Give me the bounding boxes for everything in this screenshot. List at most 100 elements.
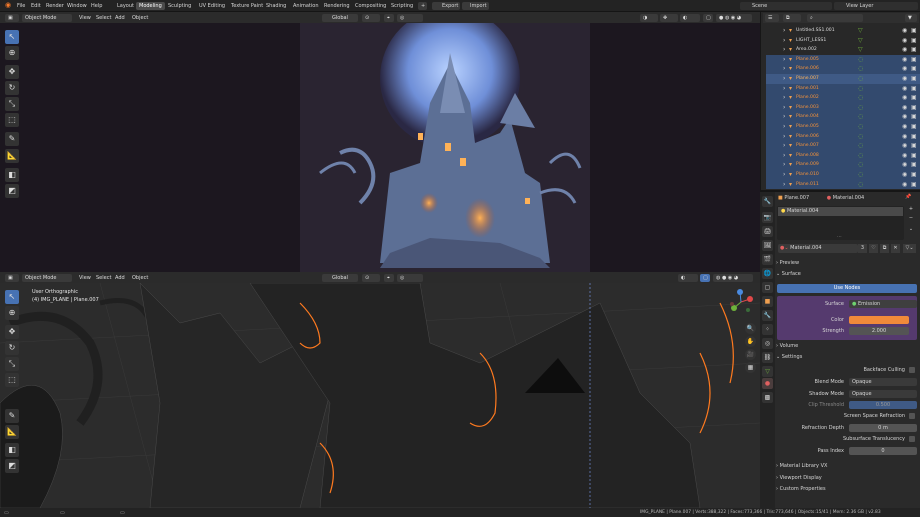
tab-rendering[interactable]: Rendering <box>321 2 353 10</box>
scale-tool-icon[interactable]: ⤡ <box>5 357 19 371</box>
unlink-icon[interactable]: ✕ <box>891 244 900 253</box>
expand-icon[interactable]: › <box>783 84 785 94</box>
navigation-gizmo[interactable] <box>728 289 754 315</box>
material-slot-list[interactable]: ● Material.004 ⋯ <box>777 206 904 240</box>
visibility-eye-icon[interactable]: ◉ <box>902 26 907 36</box>
menu-window[interactable]: Window <box>64 2 90 10</box>
object-data-icon[interactable]: ◌ <box>858 170 863 180</box>
object-data-icon[interactable]: ▽ <box>858 26 863 36</box>
visibility-eye-icon[interactable]: ◉ <box>902 36 907 46</box>
overlay-icon[interactable]: ◐ <box>678 274 698 282</box>
expand-icon[interactable]: › <box>783 93 785 103</box>
object-data-icon[interactable]: ◌ <box>858 132 863 142</box>
outliner-row[interactable]: › ▾ Plane.011 ◌ ◉ ▣ <box>766 179 920 190</box>
expand-icon[interactable]: › <box>783 45 785 55</box>
mode-dropdown[interactable]: Object Mode <box>22 274 72 282</box>
outliner-row[interactable]: › ▾ Plane.010 ◌ ◉ ▣ <box>766 170 920 180</box>
transform-tool-icon[interactable]: ⬚ <box>5 373 19 387</box>
custom-props-panel-header[interactable]: › Custom Properties <box>776 484 918 494</box>
settings-panel-header[interactable]: ⌄ Settings <box>776 352 918 362</box>
tab-layout[interactable]: Layout <box>114 2 137 10</box>
outliner-row[interactable]: › ▾ Plane.004 ◌ ◉ ▣ <box>766 112 920 122</box>
visibility-eye-icon[interactable]: ◉ <box>902 64 907 74</box>
expand-icon[interactable]: › <box>783 112 785 122</box>
duplicate-icon[interactable]: ⧉ <box>880 244 889 253</box>
tab-texture-paint[interactable]: Texture Paint <box>228 2 266 10</box>
blend-mode-dropdown[interactable]: Opaque <box>849 378 917 386</box>
visibility-eye-icon[interactable]: ◉ <box>902 103 907 113</box>
snap-icon[interactable]: ⌖ <box>384 274 394 282</box>
measure-tool-icon[interactable]: 📐 <box>5 425 19 439</box>
outliner-row[interactable]: › ▾ Plane.009 ◌ ◉ ▣ <box>766 160 920 170</box>
visibility-eye-icon[interactable]: ◉ <box>902 122 907 132</box>
expand-icon[interactable]: › <box>783 180 785 190</box>
rotate-tool-icon[interactable]: ↻ <box>5 81 19 95</box>
render-visibility-icon[interactable]: ▣ <box>911 112 917 122</box>
render-visibility-icon[interactable]: ▣ <box>911 26 917 36</box>
physics-tab-icon[interactable]: ◎ <box>762 338 773 349</box>
outliner-row[interactable]: › ▾ Plane.007 ◌ ◉ ▣ <box>766 74 920 84</box>
object-data-icon[interactable]: ◌ <box>858 93 863 103</box>
outliner-row[interactable]: › ▾ Plane.007 ◌ ◉ ▣ <box>766 141 920 151</box>
annotate-tool-icon[interactable]: ✎ <box>5 132 19 146</box>
list-resize-handle[interactable]: ⋯ <box>837 234 842 240</box>
expand-icon[interactable]: › <box>783 132 785 142</box>
scene-selector[interactable]: Scene <box>740 2 832 10</box>
viewport-top[interactable]: ▣ Object Mode View Select Add Object Glo… <box>0 8 760 272</box>
menu-edit[interactable]: Edit <box>28 2 44 10</box>
object-data-icon[interactable]: ◌ <box>858 103 863 113</box>
render-visibility-icon[interactable]: ▣ <box>911 132 917 142</box>
extra-tool-icon[interactable]: ◩ <box>5 184 19 198</box>
visibility-eye-icon[interactable]: ◉ <box>902 141 907 151</box>
tab-animation[interactable]: Animation <box>290 2 322 10</box>
orientation-dropdown[interactable]: Global <box>322 14 358 22</box>
outliner-row[interactable]: › ▾ Plane.005 ◌ ◉ ▣ <box>766 122 920 132</box>
menu-add[interactable]: Add <box>115 14 125 22</box>
measure-tool-icon[interactable]: 📐 <box>5 149 19 163</box>
visibility-eye-icon[interactable]: ◉ <box>902 74 907 84</box>
pin-icon[interactable]: 📌 <box>905 194 915 203</box>
cursor-tool-icon[interactable]: ⊕ <box>5 46 19 60</box>
expand-icon[interactable]: › <box>783 36 785 46</box>
surface-panel-header[interactable]: ⌄ Surface <box>776 269 918 279</box>
view-layer-tab-icon[interactable]: 🖼 <box>762 240 773 251</box>
color-swatch[interactable] <box>849 316 909 324</box>
collection-tab-icon[interactable]: ▢ <box>762 282 773 293</box>
render-visibility-icon[interactable]: ▣ <box>911 74 917 84</box>
render-visibility-icon[interactable]: ▣ <box>911 141 917 151</box>
remove-slot-icon[interactable]: − <box>906 215 916 224</box>
filter-icon[interactable]: ▼ <box>905 14 917 22</box>
outliner-row[interactable]: › ▾ Plane.006 ◌ ◉ ▣ <box>766 131 920 142</box>
menu-view[interactable]: View <box>79 14 91 22</box>
outliner-row[interactable]: › ▾ Untitled.SS1.001 ▽ ◉ ▣ <box>766 26 920 36</box>
backface-checkbox[interactable] <box>909 367 915 373</box>
outliner-row[interactable]: › ▾ Plane.003 ◌ ◉ ▣ <box>766 102 920 113</box>
tab-shading[interactable]: Shading <box>263 2 289 10</box>
outliner-row[interactable]: › ▾ Plane.002 ◌ ◉ ▣ <box>766 93 920 103</box>
object-data-icon[interactable]: ◌ <box>858 112 863 122</box>
visibility-icon[interactable]: ◑ <box>640 14 658 22</box>
shading-modes[interactable]: ● ◍ ◉ ◕ <box>716 14 752 22</box>
expand-icon[interactable]: › <box>783 103 785 113</box>
refraction-depth-field[interactable]: 0 m <box>849 424 917 432</box>
menu-object[interactable]: Object <box>132 274 148 282</box>
object-data-icon[interactable]: ◌ <box>858 151 863 161</box>
slot-menu-icon[interactable]: ⌄ <box>906 226 916 235</box>
render-visibility-icon[interactable]: ▣ <box>911 103 917 113</box>
viewport-display-panel-header[interactable]: › Viewport Display <box>776 473 918 483</box>
editor-type-icon[interactable]: ▣ <box>5 14 19 22</box>
render-visibility-icon[interactable]: ▣ <box>911 84 917 94</box>
visibility-eye-icon[interactable]: ◉ <box>902 45 907 55</box>
expand-icon[interactable]: › <box>783 160 785 170</box>
expand-icon[interactable]: › <box>783 55 785 65</box>
viewport-bottom[interactable]: ▣ Object Mode View Select Add Object Glo… <box>0 272 760 508</box>
object-data-icon[interactable]: ◌ <box>858 122 863 132</box>
gizmo-icon[interactable]: ✥ <box>660 14 678 22</box>
outliner-row[interactable]: › ▾ Plane.008 ◌ ◉ ▣ <box>766 150 920 161</box>
zoom-icon[interactable]: 🔍 <box>745 323 756 334</box>
object-data-icon[interactable]: ◌ <box>858 160 863 170</box>
visibility-eye-icon[interactable]: ◉ <box>902 84 907 94</box>
render-visibility-icon[interactable]: ▣ <box>911 64 917 74</box>
object-data-icon[interactable]: ◌ <box>858 55 863 65</box>
render-visibility-icon[interactable]: ▣ <box>911 151 917 161</box>
